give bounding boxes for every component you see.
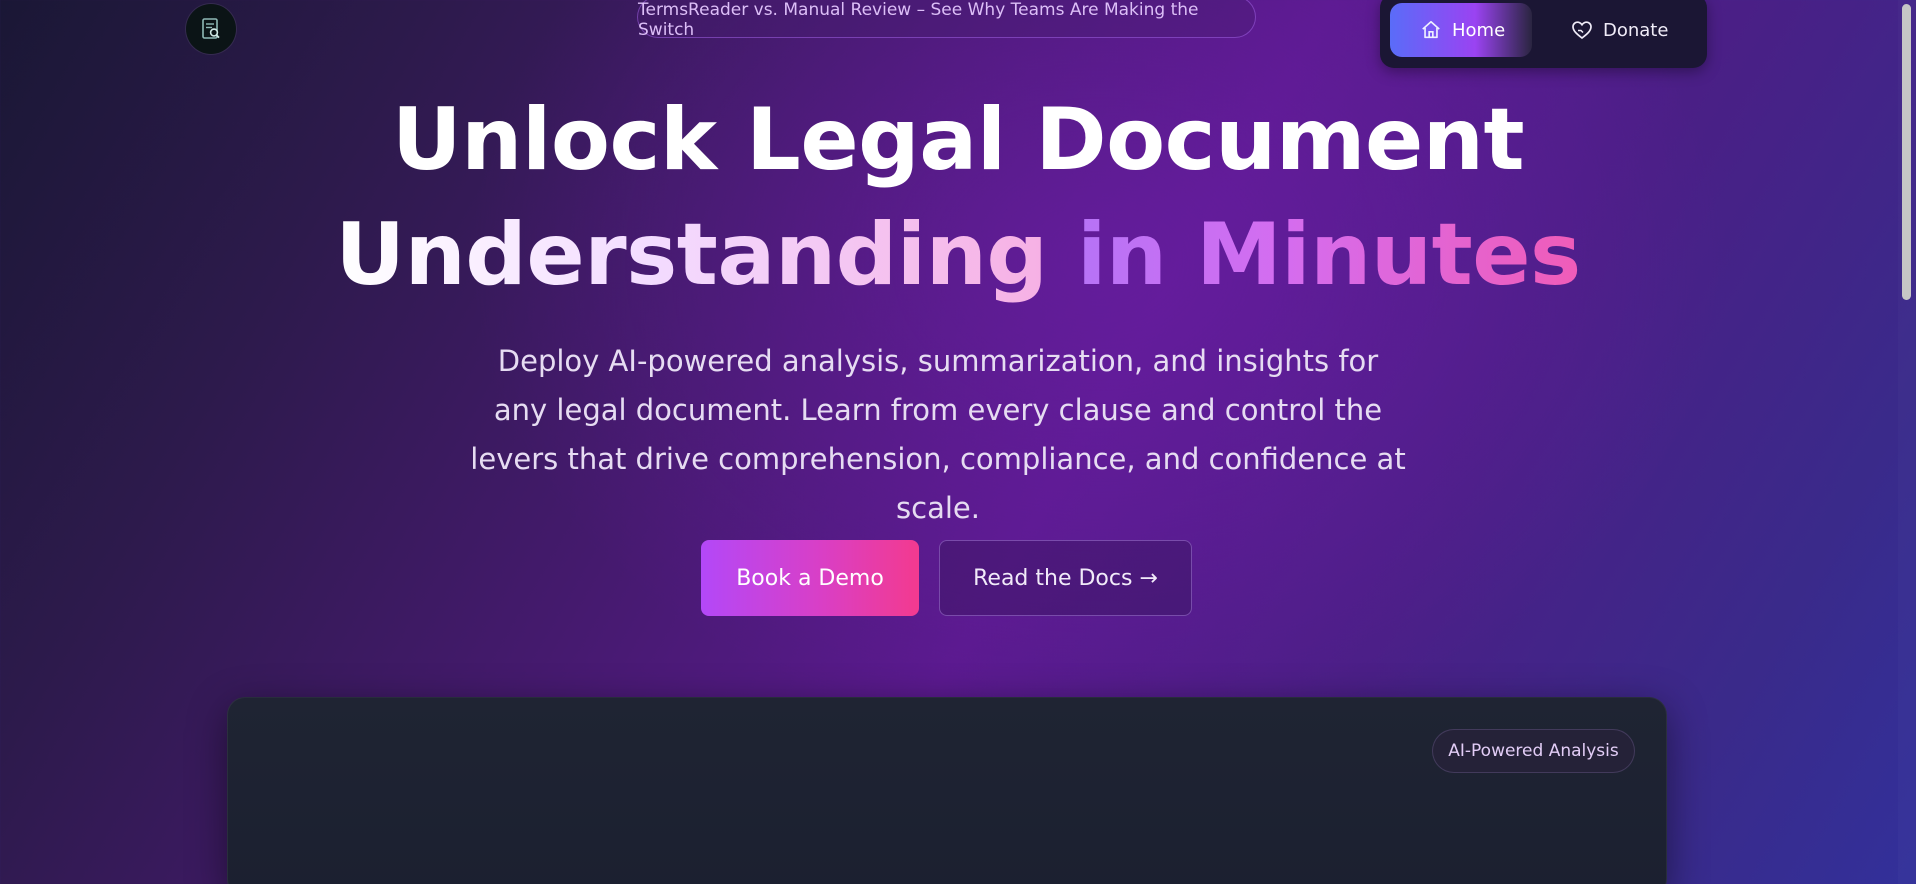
hero-title-in-minutes: in Minutes [1076, 205, 1581, 305]
hero-title-understanding: Understanding [335, 205, 1048, 305]
nav-home-label: Home [1452, 19, 1506, 41]
announcement-banner[interactable]: TermsReader vs. Manual Review – See Why … [637, 0, 1256, 40]
nav-item-home[interactable]: Home [1390, 3, 1532, 57]
nav-item-donate[interactable]: Donate [1570, 3, 1690, 57]
home-icon [1420, 19, 1442, 41]
read-docs-button[interactable]: Read the Docs → [939, 540, 1192, 616]
nav-donate-label: Donate [1603, 19, 1669, 41]
document-search-icon [200, 17, 222, 41]
analysis-preview-panel [227, 697, 1667, 884]
top-nav: Home Donate [1380, 0, 1707, 68]
hero-title-line1: Unlock Legal Document [391, 90, 1525, 190]
logo[interactable] [186, 4, 236, 54]
banner-text: TermsReader vs. Manual Review – See Why … [638, 0, 1199, 40]
hero-title-line2: Understanding in Minutes [0, 212, 1916, 298]
hero-subtitle: Deploy AI-powered analysis, summarizatio… [470, 344, 1406, 525]
heart-hand-icon [1570, 19, 1594, 41]
book-demo-button[interactable]: Book a Demo [701, 540, 919, 616]
ai-analysis-badge: AI-Powered Analysis [1432, 729, 1635, 773]
